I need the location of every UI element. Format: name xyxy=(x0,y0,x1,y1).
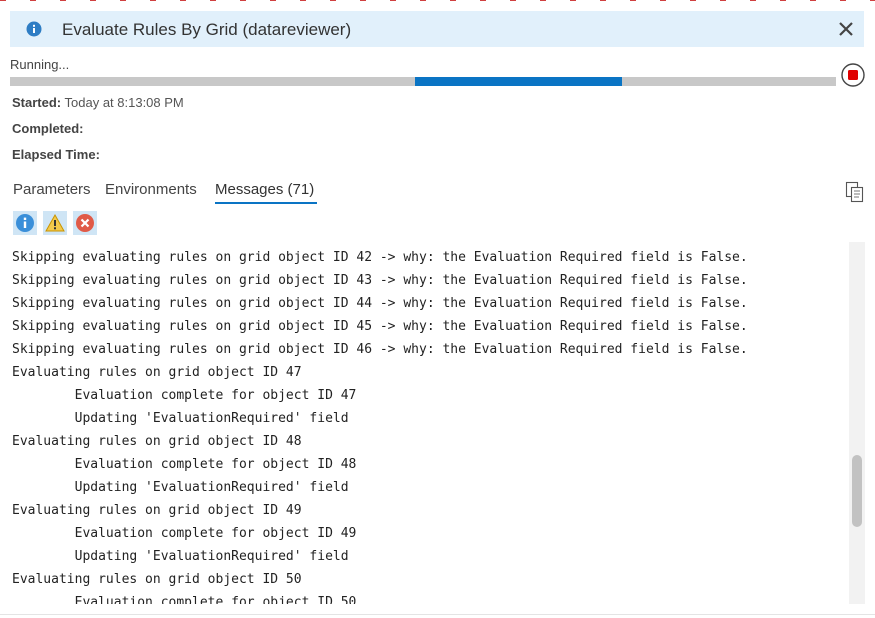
message-line: Skipping evaluating rules on grid object… xyxy=(12,273,748,288)
completed-label: Completed: xyxy=(12,121,84,136)
message-line: Evaluation complete for object ID 50 xyxy=(12,595,357,604)
message-line: Evaluating rules on grid object ID 49 xyxy=(12,503,302,518)
status-text: Running... xyxy=(10,57,70,72)
message-line: Evaluation complete for object ID 47 xyxy=(12,388,357,403)
elapsed-row: Elapsed Time: xyxy=(12,147,100,162)
progress-fill xyxy=(415,77,622,86)
message-line: Skipping evaluating rules on grid object… xyxy=(12,250,748,265)
dialog-header: Evaluate Rules By Grid (datareviewer) xyxy=(10,11,864,47)
dialog-title: Evaluate Rules By Grid (datareviewer) xyxy=(62,20,352,39)
window-top-edge xyxy=(0,0,875,1)
message-line: Skipping evaluating rules on grid object… xyxy=(12,296,748,311)
copy-icon[interactable] xyxy=(845,181,865,203)
completed-row: Completed: xyxy=(12,121,84,136)
active-tab-indicator xyxy=(215,202,317,204)
tab-parameters[interactable]: Parameters xyxy=(13,181,91,198)
message-line: Skipping evaluating rules on grid object… xyxy=(12,342,748,357)
message-line: Evaluation complete for object ID 49 xyxy=(12,526,357,541)
warning-icon xyxy=(45,213,65,232)
close-icon[interactable] xyxy=(834,17,858,41)
error-icon xyxy=(76,214,94,232)
filter-warning-button[interactable] xyxy=(43,211,67,235)
tab-messages[interactable]: Messages (71) xyxy=(215,181,314,198)
message-line: Evaluation complete for object ID 48 xyxy=(12,457,357,472)
progress-bar xyxy=(10,77,836,86)
filter-info-button[interactable] xyxy=(13,211,37,235)
message-line: Updating 'EvaluationRequired' field xyxy=(12,411,349,426)
stop-icon[interactable] xyxy=(841,63,865,87)
started-row: Started: Today at 8:13:08 PM xyxy=(12,95,184,110)
message-line: Updating 'EvaluationRequired' field xyxy=(12,480,349,495)
window-bottom-edge xyxy=(0,614,875,615)
started-label: Started: xyxy=(12,95,62,110)
started-value: Today at 8:13:08 PM xyxy=(64,95,184,110)
info-icon xyxy=(26,21,42,37)
scrollbar-thumb[interactable] xyxy=(852,455,862,527)
message-line: Evaluating rules on grid object ID 50 xyxy=(12,572,302,587)
messages-scrollbar[interactable] xyxy=(849,242,865,604)
message-line: Skipping evaluating rules on grid object… xyxy=(12,319,748,334)
elapsed-label: Elapsed Time: xyxy=(12,147,100,162)
message-line: Evaluating rules on grid object ID 47 xyxy=(12,365,302,380)
message-line: Updating 'EvaluationRequired' field xyxy=(12,549,349,564)
info-icon xyxy=(16,214,34,232)
filter-error-button[interactable] xyxy=(73,211,97,235)
message-line: Evaluating rules on grid object ID 48 xyxy=(12,434,302,449)
tab-environments[interactable]: Environments xyxy=(105,181,197,198)
messages-log: Skipping evaluating rules on grid object… xyxy=(12,246,844,604)
